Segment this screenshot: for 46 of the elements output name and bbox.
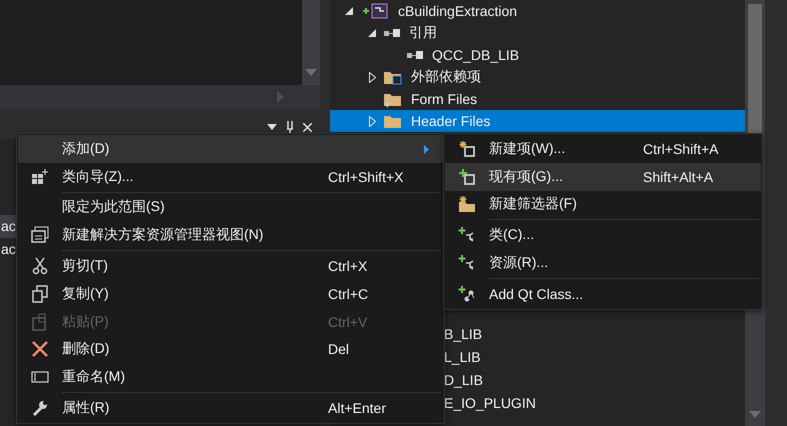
menu-item[interactable]: 资源(R)... bbox=[445, 249, 761, 277]
menu-item[interactable]: 新建解决方案资源管理器视图(N) bbox=[18, 221, 443, 250]
menu-item[interactable]: 添加(D) bbox=[18, 135, 443, 163]
project-icon bbox=[360, 3, 390, 19]
reference-icon bbox=[406, 50, 424, 60]
add-item-icon bbox=[458, 168, 476, 186]
tree-item[interactable]: 引用 bbox=[330, 22, 745, 44]
pin-icon[interactable] bbox=[286, 121, 294, 133]
horizontal-scrollbar[interactable] bbox=[0, 85, 320, 109]
cross-icon bbox=[31, 340, 49, 358]
collapsed-arrow-icon[interactable] bbox=[368, 72, 376, 82]
menu-item[interactable]: 删除(D) Del bbox=[18, 336, 443, 364]
menu-item[interactable]: 新建筛选器(F) bbox=[445, 190, 761, 218]
copy-icon bbox=[31, 284, 49, 303]
menu-item[interactable]: 类(C)... bbox=[445, 221, 761, 250]
references-icon bbox=[383, 28, 401, 38]
grid-sparkle-icon bbox=[31, 168, 49, 186]
add-class-icon bbox=[458, 254, 476, 272]
close-icon[interactable] bbox=[303, 122, 312, 132]
tree-item[interactable]: cBuildingExtraction bbox=[330, 0, 745, 22]
new-folder-icon bbox=[458, 195, 476, 214]
expanded-arrow-icon[interactable] bbox=[345, 7, 353, 15]
submenu-arrow-icon bbox=[424, 145, 429, 154]
new-item-icon bbox=[458, 140, 476, 158]
menu-item[interactable]: 属性(R) Alt+Enter bbox=[18, 394, 443, 422]
scrollbar[interactable] bbox=[302, 0, 320, 85]
tree-item[interactable]: 外部依赖项 bbox=[330, 66, 745, 88]
menu-item[interactable]: 新建项(W)... Ctrl+Shift+A bbox=[445, 135, 761, 163]
menu-item[interactable]: 剪切(T) Ctrl+X bbox=[18, 252, 443, 280]
windows-icon bbox=[31, 226, 49, 244]
clipboard-icon bbox=[31, 312, 49, 331]
expanded-arrow-icon[interactable] bbox=[368, 29, 376, 37]
wrench-icon bbox=[31, 399, 49, 418]
add-class-icon bbox=[458, 284, 476, 303]
tree-item[interactable]: QCC_DB_LIB bbox=[330, 44, 745, 66]
scissors-icon bbox=[31, 257, 49, 276]
menu-item[interactable]: Add Qt Class... bbox=[445, 280, 761, 308]
menu-item[interactable]: 类向导(Z)... Ctrl+Shift+X bbox=[18, 162, 443, 191]
tree-item[interactable]: Form Files bbox=[330, 88, 745, 110]
menu-item[interactable]: 现有项(G)... Shift+Alt+A bbox=[445, 162, 761, 191]
tree-item[interactable]: Header Files bbox=[330, 110, 745, 132]
menu-item[interactable]: 限定为此范围(S) bbox=[18, 194, 443, 222]
add-class-icon bbox=[458, 226, 476, 244]
menu-item[interactable]: 重命名(M) bbox=[18, 363, 443, 392]
dropdown-icon[interactable] bbox=[267, 124, 277, 130]
menu-item[interactable]: 复制(Y) Ctrl+C bbox=[18, 280, 443, 308]
